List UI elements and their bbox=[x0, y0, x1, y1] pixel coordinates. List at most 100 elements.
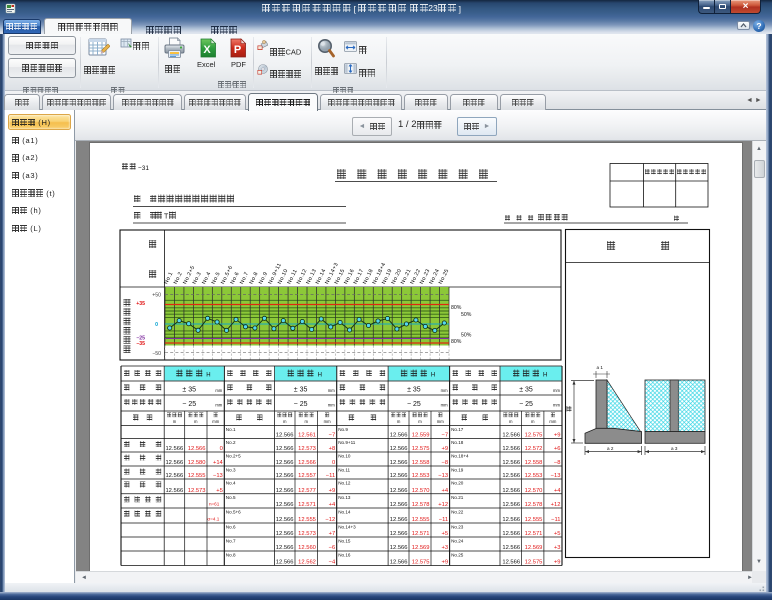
svg-text:σ=4.1: σ=4.1 bbox=[207, 517, 219, 522]
svg-text:mm: mm bbox=[324, 419, 331, 424]
svg-text:− 25: − 25 bbox=[182, 401, 196, 408]
svg-text:12.562: 12.562 bbox=[298, 560, 316, 566]
svg-text:No.6: No.6 bbox=[226, 525, 236, 530]
svg-text:No.11: No.11 bbox=[338, 468, 350, 473]
svg-text:12.566: 12.566 bbox=[390, 560, 408, 566]
svg-text:+35: +35 bbox=[136, 301, 145, 307]
svg-text:No.8: No.8 bbox=[226, 553, 236, 558]
svg-text:12.571: 12.571 bbox=[412, 531, 430, 537]
svg-text:m: m bbox=[509, 419, 513, 424]
svg-text:−50: −50 bbox=[152, 351, 161, 357]
svg-text:+7: +7 bbox=[329, 531, 336, 537]
svg-text:12.575: 12.575 bbox=[525, 560, 543, 566]
svg-text:+9: +9 bbox=[441, 560, 448, 566]
svg-text:No.3: No.3 bbox=[226, 468, 236, 473]
svg-text:12.566: 12.566 bbox=[502, 488, 520, 494]
svg-text:+14: +14 bbox=[213, 460, 224, 466]
svg-text:12.578: 12.578 bbox=[412, 502, 430, 508]
svg-text:+9: +9 bbox=[554, 560, 561, 566]
svg-text:12.566: 12.566 bbox=[502, 502, 520, 508]
svg-text:−13: −13 bbox=[213, 473, 223, 479]
svg-text:12.575: 12.575 bbox=[525, 433, 543, 439]
svg-text:12.575: 12.575 bbox=[412, 446, 430, 452]
svg-text:m: m bbox=[397, 419, 401, 424]
svg-text:80%: 80% bbox=[451, 339, 462, 345]
svg-text:12.558: 12.558 bbox=[525, 460, 543, 466]
svg-text:12.566: 12.566 bbox=[276, 488, 294, 494]
svg-text:0: 0 bbox=[220, 446, 223, 452]
svg-text:+6: +6 bbox=[554, 446, 561, 452]
svg-text:12.566: 12.566 bbox=[390, 531, 408, 537]
svg-text:12.566: 12.566 bbox=[390, 433, 408, 439]
svg-text:12.566: 12.566 bbox=[390, 488, 408, 494]
svg-text:12.555: 12.555 bbox=[298, 517, 316, 523]
svg-text:12.566: 12.566 bbox=[502, 446, 520, 452]
svg-text:No.22: No.22 bbox=[451, 510, 464, 515]
svg-text:m: m bbox=[304, 419, 308, 424]
svg-text:12.558: 12.558 bbox=[412, 460, 430, 466]
svg-text:12.560: 12.560 bbox=[298, 545, 316, 551]
svg-text:± 35: ± 35 bbox=[294, 387, 308, 394]
svg-text:+50: +50 bbox=[152, 293, 161, 299]
svg-text:12.572: 12.572 bbox=[525, 446, 543, 452]
svg-text:mm: mm bbox=[441, 388, 448, 393]
svg-text:No.24: No.24 bbox=[451, 539, 464, 544]
svg-text:12.553: 12.553 bbox=[412, 473, 430, 479]
svg-text:+9: +9 bbox=[441, 446, 448, 452]
svg-text:mm: mm bbox=[212, 419, 219, 424]
svg-text:−8: −8 bbox=[554, 460, 561, 466]
svg-text:No.4: No.4 bbox=[226, 481, 236, 486]
svg-text:No.18+4: No.18+4 bbox=[451, 454, 469, 459]
svg-text:12.573: 12.573 bbox=[298, 446, 316, 452]
svg-text:12.566: 12.566 bbox=[502, 531, 520, 537]
svg-text:− 25: − 25 bbox=[407, 401, 421, 408]
svg-text:−11: −11 bbox=[551, 517, 560, 523]
svg-text:m: m bbox=[418, 419, 422, 424]
svg-text:12.570: 12.570 bbox=[412, 488, 430, 494]
svg-text:+3: +3 bbox=[441, 545, 448, 551]
svg-text:No.20: No.20 bbox=[451, 481, 464, 486]
svg-text:No.1: No.1 bbox=[226, 427, 236, 432]
svg-text:mm: mm bbox=[441, 403, 448, 408]
svg-text:12.566: 12.566 bbox=[390, 517, 408, 523]
svg-text:m: m bbox=[194, 419, 198, 424]
svg-text:+9: +9 bbox=[554, 433, 561, 439]
svg-text:−12: −12 bbox=[325, 517, 335, 523]
svg-text:12.555: 12.555 bbox=[525, 517, 543, 523]
svg-text:+5: +5 bbox=[554, 531, 561, 537]
svg-text:12.566: 12.566 bbox=[502, 460, 520, 466]
svg-text:+5: +5 bbox=[216, 488, 223, 494]
svg-text:No.7: No.7 bbox=[226, 539, 236, 544]
svg-text:12.566: 12.566 bbox=[502, 545, 520, 551]
svg-text:a 2: a 2 bbox=[607, 446, 614, 451]
svg-text:H: H bbox=[431, 373, 435, 379]
svg-text:No.14+3: No.14+3 bbox=[338, 525, 356, 530]
svg-text:12.566: 12.566 bbox=[276, 502, 294, 508]
svg-text:m: m bbox=[531, 419, 535, 424]
svg-text:No.5: No.5 bbox=[226, 495, 236, 500]
svg-text:No.14: No.14 bbox=[338, 510, 351, 515]
svg-text:12.566: 12.566 bbox=[502, 473, 520, 479]
svg-text:No.2+5: No.2+5 bbox=[226, 454, 241, 459]
svg-text:12.566: 12.566 bbox=[276, 446, 294, 452]
svg-text:X: X bbox=[203, 44, 211, 56]
svg-text:12.571: 12.571 bbox=[525, 531, 543, 537]
svg-text:No.9: No.9 bbox=[338, 427, 348, 432]
svg-text:12.566: 12.566 bbox=[276, 517, 294, 523]
svg-text:mm: mm bbox=[215, 388, 222, 393]
svg-text:a 1: a 1 bbox=[597, 365, 604, 370]
svg-text:12.566: 12.566 bbox=[165, 473, 183, 479]
svg-text:No.16: No.16 bbox=[338, 553, 351, 558]
svg-text:12.580: 12.580 bbox=[188, 460, 206, 466]
svg-text:12.555: 12.555 bbox=[188, 473, 206, 479]
svg-text:H: H bbox=[318, 373, 322, 379]
svg-text:+4: +4 bbox=[441, 488, 448, 494]
svg-text:−13: −13 bbox=[438, 473, 448, 479]
svg-text:H: H bbox=[206, 373, 210, 379]
svg-text:12.566: 12.566 bbox=[188, 446, 206, 452]
svg-text:12.573: 12.573 bbox=[298, 531, 316, 537]
svg-text:12.561: 12.561 bbox=[298, 433, 316, 439]
svg-text:50%: 50% bbox=[461, 333, 472, 339]
svg-text:12.559: 12.559 bbox=[412, 433, 430, 439]
svg-text:12.566: 12.566 bbox=[502, 560, 520, 566]
